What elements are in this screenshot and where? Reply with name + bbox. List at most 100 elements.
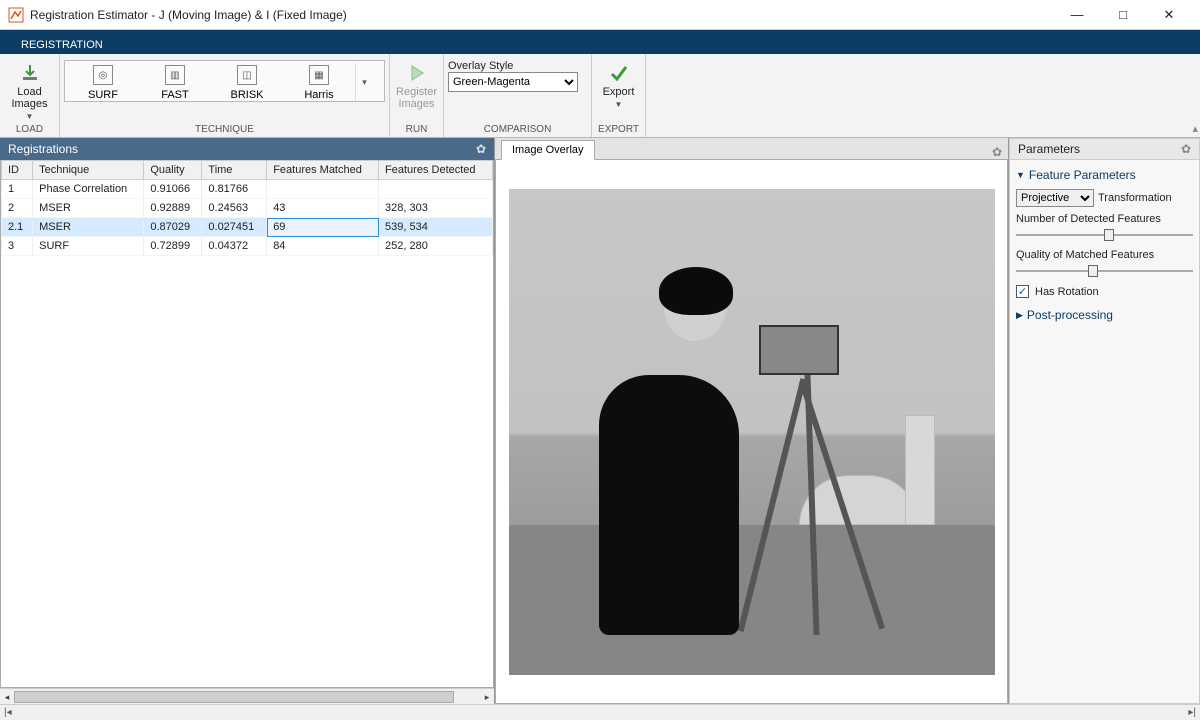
parameters-header: Parameters ✿: [1009, 138, 1200, 160]
ribbon-collapse-icon[interactable]: ▴: [1192, 122, 1198, 135]
status-bar: |◂ ▸|: [0, 704, 1200, 720]
load-images-button[interactable]: Load Images ▼: [4, 60, 55, 123]
minimize-button[interactable]: —: [1054, 0, 1100, 30]
registrations-header: Registrations ✿: [0, 138, 494, 160]
table-row[interactable]: 2MSER0.928890.2456343328, 303: [2, 199, 493, 218]
gear-icon[interactable]: ✿: [992, 145, 1002, 159]
table-cell: 0.04372: [202, 237, 267, 256]
table-cell: 539, 534: [379, 218, 493, 237]
overlay-image: [509, 189, 995, 675]
technique-more-button[interactable]: ▾: [355, 63, 373, 101]
table-cell: 0.87029: [144, 218, 202, 237]
export-button[interactable]: Export ▼: [596, 60, 641, 111]
register-images-button[interactable]: Register Images: [394, 60, 439, 112]
scroll-left-icon[interactable]: ◂: [0, 689, 14, 705]
has-rotation-checkbox[interactable]: ✓: [1016, 285, 1029, 298]
table-cell: SURF: [33, 237, 144, 256]
export-label: Export: [603, 86, 635, 98]
fast-icon: ▥: [165, 65, 185, 85]
registrations-table: IDTechniqueQualityTimeFeatures MatchedFe…: [1, 160, 493, 256]
dropdown-caret-icon: ▼: [615, 100, 623, 109]
title-bar: Registration Estimator - J (Moving Image…: [0, 0, 1200, 30]
overlay-style-select[interactable]: Green-Magenta: [448, 72, 578, 92]
column-header[interactable]: Quality: [144, 161, 202, 180]
ribbon-tabstrip: REGISTRATION: [0, 30, 1200, 54]
overlay-image-area[interactable]: [495, 160, 1008, 704]
technique-harris[interactable]: ▦Harris: [283, 63, 355, 101]
nav-right-icon[interactable]: ▸|: [1188, 707, 1196, 718]
scroll-right-icon[interactable]: ▸: [480, 689, 494, 705]
table-cell: 0.72899: [144, 237, 202, 256]
group-label-comparison: COMPARISON: [448, 123, 587, 137]
quality-matched-label: Quality of Matched Features: [1016, 249, 1193, 261]
num-detected-label: Number of Detected Features: [1016, 213, 1193, 225]
table-cell: [267, 180, 379, 199]
column-header[interactable]: Time: [202, 161, 267, 180]
column-header[interactable]: Features Matched: [267, 161, 379, 180]
has-rotation-label: Has Rotation: [1035, 286, 1099, 298]
close-button[interactable]: ✕: [1146, 0, 1192, 30]
app-icon: [8, 7, 24, 23]
overlay-style-label: Overlay Style: [448, 60, 513, 72]
registrations-title: Registrations: [8, 142, 78, 156]
table-cell: 2.1: [2, 218, 33, 237]
surf-icon: ◎: [93, 65, 113, 85]
table-row[interactable]: 3SURF0.728990.0437284252, 280: [2, 237, 493, 256]
load-images-label: Load Images: [6, 86, 53, 110]
table-cell: 328, 303: [379, 199, 493, 218]
expand-icon: ▼: [1016, 170, 1025, 180]
table-cell: 2: [2, 199, 33, 218]
table-cell: 84: [267, 237, 379, 256]
dropdown-caret-icon: ▼: [26, 112, 34, 121]
parameters-panel: Parameters ✿ ▼ Feature Parameters Projec…: [1008, 138, 1200, 704]
table-cell: 3: [2, 237, 33, 256]
table-cell: 0.24563: [202, 199, 267, 218]
harris-icon: ▦: [309, 65, 329, 85]
transformation-label: Transformation: [1098, 192, 1172, 204]
scrollbar-thumb[interactable]: [14, 691, 454, 703]
column-header[interactable]: ID: [2, 161, 33, 180]
technique-surf[interactable]: ◎SURF: [67, 63, 139, 101]
registrations-panel: Registrations ✿ IDTechniqueQualityTimeFe…: [0, 138, 495, 704]
group-label-run: RUN: [394, 123, 439, 137]
quality-matched-slider[interactable]: [1016, 263, 1193, 279]
play-icon: [406, 62, 428, 84]
table-cell: MSER: [33, 218, 144, 237]
download-icon: [19, 62, 41, 84]
group-label-load: LOAD: [4, 123, 55, 137]
check-icon: [608, 62, 630, 84]
maximize-button[interactable]: □: [1100, 0, 1146, 30]
main-area: Registrations ✿ IDTechniqueQualityTimeFe…: [0, 138, 1200, 704]
group-label-export: EXPORT: [596, 123, 641, 137]
parameters-title: Parameters: [1018, 142, 1080, 156]
table-cell: MSER: [33, 199, 144, 218]
gear-icon[interactable]: ✿: [476, 142, 486, 156]
technique-fast[interactable]: ▥FAST: [139, 63, 211, 101]
feature-parameters-group[interactable]: ▼ Feature Parameters: [1016, 164, 1193, 186]
overlay-tabbar: Image Overlay ✿: [495, 138, 1008, 160]
column-header[interactable]: Features Detected: [379, 161, 493, 180]
transformation-select[interactable]: Projective: [1016, 189, 1094, 207]
table-cell: 0.91066: [144, 180, 202, 199]
table-cell: Phase Correlation: [33, 180, 144, 199]
register-images-label: Register Images: [396, 86, 437, 110]
table-cell: 0.92889: [144, 199, 202, 218]
tab-image-overlay[interactable]: Image Overlay: [501, 140, 595, 160]
window-title: Registration Estimator - J (Moving Image…: [30, 8, 1054, 22]
table-cell: 1: [2, 180, 33, 199]
image-overlay-panel: Image Overlay ✿: [495, 138, 1008, 704]
group-label-technique: TECHNIQUE: [64, 123, 385, 137]
technique-brisk[interactable]: ◫BRISK: [211, 63, 283, 101]
table-cell: 0.81766: [202, 180, 267, 199]
tab-registration[interactable]: REGISTRATION: [6, 34, 118, 54]
table-row[interactable]: 1Phase Correlation0.910660.81766: [2, 180, 493, 199]
horizontal-scrollbar[interactable]: ◂ ▸: [0, 688, 494, 704]
nav-left-icon[interactable]: |◂: [4, 707, 12, 718]
gear-icon[interactable]: ✿: [1181, 142, 1191, 156]
num-detected-slider[interactable]: [1016, 227, 1193, 243]
column-header[interactable]: Technique: [33, 161, 144, 180]
table-cell: 0.027451: [202, 218, 267, 237]
table-cell: 43: [267, 199, 379, 218]
post-processing-group[interactable]: ▶ Post-processing: [1016, 304, 1193, 326]
table-row[interactable]: 2.1MSER0.870290.02745169539, 534: [2, 218, 493, 237]
